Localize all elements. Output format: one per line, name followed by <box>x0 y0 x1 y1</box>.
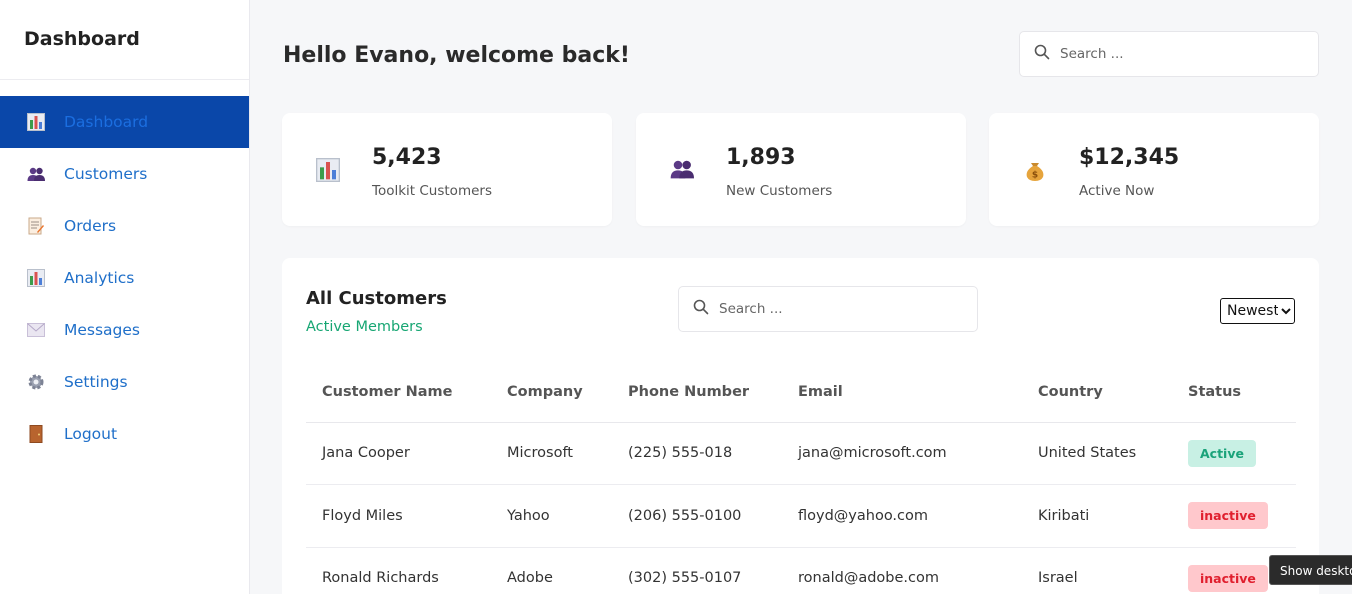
customer-phone: (225) 555-018 <box>612 422 782 485</box>
customer-company: Adobe <box>491 547 612 594</box>
sidebar-item-logout[interactable]: Logout <box>0 408 249 460</box>
customer-name: Ronald Richards <box>306 547 491 594</box>
people-icon <box>670 158 696 184</box>
bar-chart-icon <box>316 158 342 184</box>
sidebar: Dashboard Dashboard Customers Orders Ana… <box>0 0 250 594</box>
show-desktop-tooltip: Show desktop <box>1269 555 1352 585</box>
envelope-icon <box>26 320 46 340</box>
customer-email: jana@microsoft.com <box>782 422 1022 485</box>
column-header: Email <box>782 362 1022 423</box>
table-header-row: Customer Name Company Phone Number Email… <box>306 362 1296 423</box>
door-icon <box>26 424 46 444</box>
sidebar-item-label: Orders <box>64 217 117 235</box>
status-badge: inactive <box>1188 502 1268 530</box>
sidebar-item-label: Logout <box>64 425 118 443</box>
customers-search[interactable] <box>678 286 978 332</box>
customer-name: Jana Cooper <box>306 422 491 485</box>
column-header: Status <box>1172 362 1296 423</box>
sidebar-item-label: Dashboard <box>64 113 149 131</box>
customer-phone: (206) 555-0100 <box>612 484 782 548</box>
sidebar-item-messages[interactable]: Messages <box>0 304 249 356</box>
stat-value: 1,893 <box>726 145 796 170</box>
status-badge: inactive <box>1188 564 1268 592</box>
column-header: Company <box>491 362 612 423</box>
svg-text:$: $ <box>1032 171 1038 181</box>
sort-select[interactable]: Newest <box>1220 298 1295 324</box>
sidebar-item-label: Settings <box>64 373 128 391</box>
sidebar-nav: Dashboard Customers Orders Analytics Mes… <box>0 96 249 460</box>
search-icon <box>1034 44 1050 64</box>
customer-company: Yahoo <box>491 484 612 548</box>
column-header: Country <box>1022 362 1172 423</box>
customer-company: Microsoft <box>491 422 612 485</box>
customer-email: ronald@adobe.com <box>782 547 1022 594</box>
memo-icon <box>26 216 46 236</box>
panel-title: All Customers <box>306 288 447 309</box>
column-header: Phone Number <box>612 362 782 423</box>
sidebar-item-settings[interactable]: Settings <box>0 356 249 408</box>
stat-value: $12,345 <box>1079 145 1180 170</box>
panel-subtitle: Active Members <box>306 319 423 335</box>
sidebar-item-label: Customers <box>64 165 148 183</box>
stat-card-new-customers: 1,893 New Customers <box>636 113 966 226</box>
stat-card-toolkit-customers: 5,423 Toolkit Customers <box>282 113 612 226</box>
search-input[interactable] <box>719 301 919 317</box>
bar-chart-icon <box>26 112 46 132</box>
people-icon <box>26 164 46 184</box>
stat-label: New Customers <box>726 183 833 199</box>
sidebar-title: Dashboard <box>0 0 249 80</box>
customer-name: Floyd Miles <box>306 484 491 548</box>
sidebar-item-label: Analytics <box>64 269 135 287</box>
status-cell: Active <box>1172 422 1296 485</box>
sidebar-item-analytics[interactable]: Analytics <box>0 252 249 304</box>
sidebar-item-dashboard[interactable]: Dashboard <box>0 96 249 148</box>
header-search[interactable] <box>1019 31 1319 77</box>
sidebar-item-label: Messages <box>64 321 141 339</box>
sidebar-item-orders[interactable]: Orders <box>0 200 249 252</box>
table-row[interactable]: Jana Cooper Microsoft (225) 555-018 jana… <box>306 422 1296 485</box>
status-cell: inactive <box>1172 484 1296 548</box>
page-title: Hello Evano, welcome back! <box>283 43 630 68</box>
customers-table: Customer Name Company Phone Number Email… <box>306 362 1296 594</box>
stat-card-active-now: $ $12,345 Active Now <box>989 113 1319 226</box>
customer-country: Israel <box>1022 547 1172 594</box>
stat-label: Active Now <box>1079 183 1155 199</box>
stat-label: Toolkit Customers <box>372 183 492 199</box>
money-bag-icon: $ <box>1023 158 1049 184</box>
search-input[interactable] <box>1060 46 1260 62</box>
status-badge: Active <box>1188 439 1256 467</box>
main-content: Hello Evano, welcome back! 5,423 Toolkit… <box>251 0 1352 594</box>
sidebar-item-customers[interactable]: Customers <box>0 148 249 200</box>
customer-phone: (302) 555-0107 <box>612 547 782 594</box>
bar-chart-icon <box>26 268 46 288</box>
search-icon <box>693 299 709 319</box>
customer-country: United States <box>1022 422 1172 485</box>
table-row[interactable]: Ronald Richards Adobe (302) 555-0107 ron… <box>306 547 1296 594</box>
stat-value: 5,423 <box>372 145 442 170</box>
table-row[interactable]: Floyd Miles Yahoo (206) 555-0100 floyd@y… <box>306 484 1296 548</box>
column-header: Customer Name <box>306 362 491 423</box>
customer-country: Kiribati <box>1022 484 1172 548</box>
customer-email: floyd@yahoo.com <box>782 484 1022 548</box>
gear-icon <box>26 372 46 392</box>
